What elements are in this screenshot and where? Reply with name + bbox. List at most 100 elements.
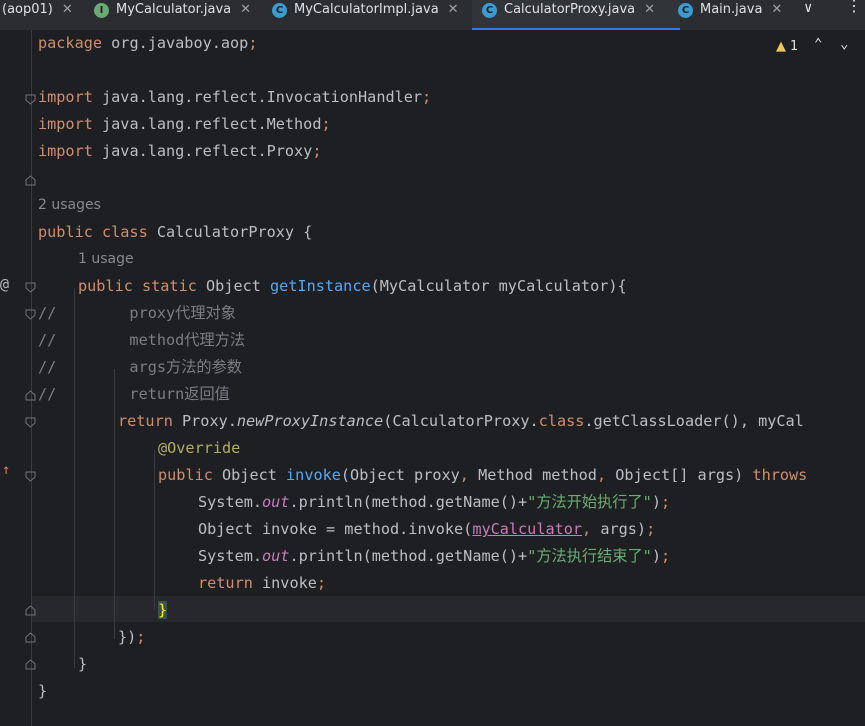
code-line-return-invoke[interactable]: return invoke; [198, 570, 326, 597]
code-text: .println(method.getName()+ [289, 493, 528, 511]
code-line-package[interactable]: package org.javaboy.aop; [38, 30, 257, 57]
semicolon: ; [136, 628, 146, 646]
semicolon: ; [316, 574, 327, 592]
code-text: Object[] args) [606, 466, 753, 484]
tab-main[interactable]: C Main.java ✕ [670, 0, 802, 30]
code-text: .getClassLoader(), myCal [584, 412, 804, 430]
import-path: java.lang.reflect.InvocationHandler [92, 88, 423, 106]
close-icon[interactable]: ✕ [448, 2, 459, 17]
code-line-comment[interactable]: // method代理方法 [38, 327, 245, 354]
code-line-class-decl[interactable]: public class CalculatorProxy { [38, 219, 312, 246]
fold-icon[interactable] [25, 175, 36, 186]
chevron-down-icon[interactable]: ∨ [804, 0, 812, 16]
code-line-invoke-decl[interactable]: public Object invoke(Object proxy, Metho… [158, 462, 807, 489]
keyword: return [198, 574, 253, 592]
tab-label: CalculatorProxy.java [504, 1, 636, 17]
close-icon[interactable]: ✕ [644, 2, 655, 17]
fold-icon[interactable] [25, 417, 36, 428]
fold-icon[interactable] [25, 282, 36, 293]
tab-label: Main.java [700, 1, 763, 17]
code-line-annotation[interactable]: @Override [158, 435, 240, 462]
code-line-method-decl[interactable]: public static Object getInstance(MyCalcu… [78, 273, 627, 300]
interface-icon: I [94, 2, 109, 18]
code-line-comment[interactable]: // args方法的参数 [38, 354, 242, 381]
tab-label: MyCalculatorImpl.java [294, 1, 439, 17]
semicolon: ; [422, 88, 432, 106]
close-icon[interactable]: ✕ [771, 2, 782, 17]
class-icon: C [678, 2, 693, 18]
keyword: import [38, 115, 93, 133]
fold-icon[interactable] [25, 309, 36, 320]
tab-label: (aop01) [2, 1, 53, 17]
keyword: public class [38, 223, 148, 241]
code-text: Proxy. [172, 412, 237, 430]
method-name: getInstance [270, 277, 371, 295]
fold-icon[interactable] [25, 659, 36, 670]
matched-brace: } [158, 601, 168, 619]
fold-icon[interactable] [25, 632, 36, 643]
code-line-close-brace[interactable]: } [158, 597, 168, 624]
usages-hint[interactable]: 2 usages [38, 194, 101, 216]
usages-hint[interactable]: 1 usage [78, 248, 134, 270]
close-icon[interactable]: ✕ [240, 2, 251, 17]
keyword: throws [752, 466, 808, 484]
keyword: import [38, 88, 93, 106]
keyword: return [118, 412, 173, 430]
import-path: java.lang.reflect.Proxy [92, 142, 313, 160]
class-icon: C [482, 2, 497, 18]
code-line-comment[interactable]: // return返回值 [38, 381, 230, 408]
method-name: invoke [286, 466, 341, 484]
close-icon[interactable]: ✕ [62, 2, 73, 17]
tab-mycalculatorimpl[interactable]: C MyCalculatorImpl.java ✕ [264, 0, 480, 30]
code-line-invoke-call[interactable]: Object invoke = method.invoke(myCalculat… [198, 516, 655, 543]
code-line-import[interactable]: import java.lang.reflect.Proxy; [38, 138, 321, 165]
fold-icon[interactable] [25, 390, 36, 401]
code-text: System. [198, 547, 263, 565]
tab-aop01[interactable]: (aop01) ✕ [0, 0, 88, 30]
fold-icon[interactable] [25, 94, 36, 105]
class-icon: C [272, 2, 287, 18]
code-line-return-proxy[interactable]: return Proxy.newProxyInstance(Calculator… [118, 408, 804, 435]
comma: , [459, 466, 469, 484]
code-line-close-paren[interactable]: }); [118, 624, 145, 651]
code-line-close-brace[interactable]: } [78, 651, 87, 678]
fold-icon[interactable] [25, 471, 36, 482]
code-text: Object invoke = method.invoke( [198, 520, 473, 538]
more-vertical-icon[interactable]: ⋮ [846, 0, 862, 15]
code-text: Object [212, 466, 287, 484]
code-text: ) [651, 493, 661, 511]
inspection-widget[interactable]: ▲ 1 [776, 39, 798, 54]
tab-mycalculator[interactable]: I MyCalculator.java ✕ [86, 0, 272, 30]
tab-calculatorproxy[interactable]: C CalculatorProxy.java ✕ [472, 0, 680, 30]
code-line-comment[interactable]: // proxy代理对象 [38, 300, 236, 327]
code-text: (MyCalculator myCalculator){ [370, 277, 627, 295]
code-text: System. [198, 493, 263, 511]
semicolon: ; [312, 142, 322, 160]
code-text: Method method [468, 466, 597, 484]
comma: , [596, 466, 607, 484]
warning-icon: ▲ [776, 39, 786, 54]
code-line-println-start[interactable]: System.out.println(method.getName()+"方法开… [198, 489, 670, 516]
keyword: public static [78, 277, 197, 295]
code-line-import[interactable]: import java.lang.reflect.InvocationHandl… [38, 84, 431, 111]
code-editor[interactable]: ▲ 1 ⌃ ⌄ @ ↑ package org.javaboy.aop; imp… [0, 30, 865, 726]
code-text: ) [651, 547, 661, 565]
fold-icon[interactable] [25, 605, 36, 616]
semicolon: ; [248, 34, 258, 52]
import-path: java.lang.reflect.Method [92, 115, 322, 133]
override-at-icon[interactable]: @ [0, 275, 9, 293]
implements-arrow-icon[interactable]: ↑ [2, 462, 10, 478]
code-line-import[interactable]: import java.lang.reflect.Method; [38, 111, 331, 138]
chevron-down-icon[interactable]: ⌄ [840, 36, 848, 52]
keyword: import [38, 142, 93, 160]
static-field: out [262, 493, 290, 511]
code-line-println-end[interactable]: System.out.println(method.getName()+"方法执… [198, 543, 670, 570]
string-literal: "方法执行结束了" [527, 547, 652, 565]
indent-guide [154, 450, 155, 610]
comma: , [582, 520, 592, 538]
keyword: public [158, 466, 213, 484]
chevron-up-icon[interactable]: ⌃ [814, 36, 822, 52]
editor-tab-bar: (aop01) ✕ I MyCalculator.java ✕ C MyCalc… [0, 0, 865, 31]
indent-guide [114, 369, 115, 639]
code-line-close-brace[interactable]: } [38, 678, 47, 705]
